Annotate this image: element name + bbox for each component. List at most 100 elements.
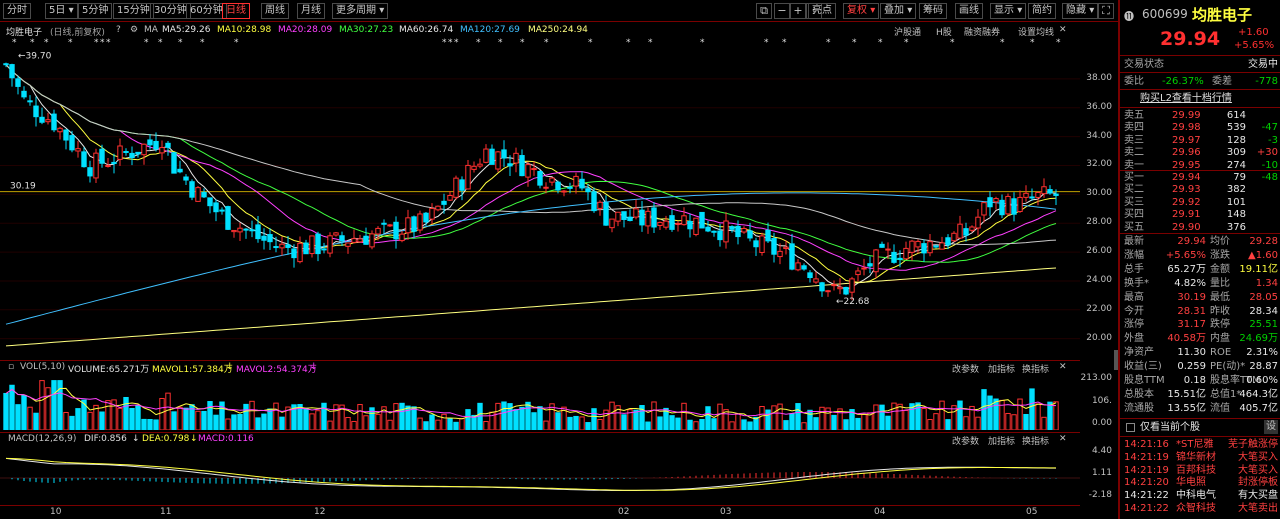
candle-down[interactable] <box>135 151 141 155</box>
event-feed-item[interactable]: 14:21:19 锦华新材 大笔买入 <box>1124 451 1278 464</box>
candle-down[interactable] <box>303 242 309 255</box>
candle-down[interactable] <box>843 286 849 295</box>
bid-level-row[interactable]: 买一 29.94 79 -48 <box>1124 171 1278 184</box>
candle-down[interactable] <box>921 243 927 254</box>
candle-up[interactable] <box>861 267 867 270</box>
candle-down[interactable] <box>489 148 495 165</box>
event-marker-icon[interactable]: * <box>904 38 909 48</box>
event-marker-icon[interactable]: * <box>200 38 205 48</box>
candle-up[interactable] <box>477 163 483 167</box>
candle-up[interactable] <box>663 220 669 228</box>
candle-down[interactable] <box>129 152 135 159</box>
period-tab-15min[interactable]: 15分钟 <box>113 3 154 19</box>
candle-up[interactable] <box>759 235 765 253</box>
candle-down[interactable] <box>273 246 279 249</box>
candle-down[interactable] <box>339 235 345 242</box>
candle-up[interactable] <box>495 151 501 170</box>
candle-up[interactable] <box>279 243 285 249</box>
event-marker-icon[interactable]: * <box>1056 38 1061 48</box>
candle-down[interactable] <box>177 168 183 173</box>
candle-down[interactable] <box>189 181 195 198</box>
candle-up[interactable] <box>399 233 405 242</box>
candle-up[interactable] <box>633 208 639 218</box>
close-icon[interactable]: ✕ <box>1059 362 1067 372</box>
candle-down[interactable] <box>945 237 951 246</box>
chips-button[interactable]: 筹码 <box>919 3 947 19</box>
period-tab-5min[interactable]: 5分钟 <box>78 3 113 19</box>
set-ma-link[interactable]: 设置均线 <box>1018 25 1054 38</box>
overlay-button[interactable]: 叠加 ▾ <box>880 3 917 19</box>
bid-level-row[interactable]: 买三 29.92 101 <box>1124 196 1278 209</box>
candle-up[interactable] <box>873 249 879 273</box>
candle-up[interactable] <box>993 198 999 203</box>
candle-down[interactable] <box>519 155 525 177</box>
event-marker-icon[interactable]: * <box>498 38 503 48</box>
candle-up[interactable] <box>345 242 351 247</box>
candle-down[interactable] <box>735 225 741 238</box>
candle-up[interactable] <box>903 247 909 260</box>
candle-up[interactable] <box>609 218 615 229</box>
candle-down[interactable] <box>153 140 159 150</box>
event-marker-icon[interactable]: * <box>950 38 955 48</box>
candle-up[interactable] <box>909 240 915 253</box>
ask-level-row[interactable]: 卖二 29.96 309 +30 <box>1124 146 1278 159</box>
candle-up[interactable] <box>849 278 855 293</box>
event-marker-icon[interactable]: * <box>454 38 459 48</box>
candle-down[interactable] <box>291 248 297 259</box>
candle-up[interactable] <box>309 235 315 255</box>
candle-down[interactable] <box>441 200 447 205</box>
candle-down[interactable] <box>99 148 105 164</box>
candle-up[interactable] <box>561 190 567 193</box>
fullscreen-icon[interactable]: ⛶ <box>1098 3 1114 19</box>
event-marker-icon[interactable]: * <box>1000 38 1005 48</box>
candle-down[interactable] <box>711 230 717 233</box>
candle-up[interactable] <box>75 148 81 152</box>
settings-icon[interactable]: ? <box>116 25 121 35</box>
candle-up[interactable] <box>981 202 987 216</box>
close-icon[interactable]: ✕ <box>1059 434 1067 444</box>
candle-down[interactable] <box>537 170 543 186</box>
filter-checkbox[interactable] <box>1126 423 1135 432</box>
period-tab-30min[interactable]: 30分钟 <box>150 3 191 19</box>
candle-down[interactable] <box>15 78 21 87</box>
candle-down[interactable] <box>621 211 627 220</box>
event-feed-item[interactable]: 14:21:19 百邦科技 大笔买入 <box>1124 464 1278 477</box>
adjust-button[interactable]: 复权 ▾ <box>843 3 880 19</box>
period-tab-weekly[interactable]: 周线 <box>261 3 289 19</box>
candle-down[interactable] <box>39 116 45 123</box>
candle-up[interactable] <box>1005 195 1011 215</box>
candle-down[interactable] <box>627 216 633 222</box>
candle-up[interactable] <box>297 242 303 263</box>
candle-up[interactable] <box>351 238 357 243</box>
candle-up[interactable] <box>195 187 201 202</box>
candlestick-chart[interactable]: 30.19 ←39.70 ←22.68 <box>0 50 1080 356</box>
candle-up[interactable] <box>387 224 393 227</box>
candle-up[interactable] <box>837 286 843 290</box>
candle-down[interactable] <box>567 186 573 189</box>
bid-level-row[interactable]: 买五 29.90 376 <box>1124 221 1278 234</box>
candle-up[interactable] <box>783 246 789 250</box>
l2-upgrade-link[interactable]: 购买L2查看十档行情 <box>1124 92 1278 105</box>
event-marker-icon[interactable]: * <box>68 38 73 48</box>
candle-up[interactable] <box>645 210 651 227</box>
candle-down[interactable] <box>213 202 219 213</box>
candle-down[interactable] <box>1047 189 1053 194</box>
candle-down[interactable] <box>1053 193 1059 196</box>
candle-up[interactable] <box>657 221 663 226</box>
candle-down[interactable] <box>225 206 231 230</box>
candle-down[interactable] <box>603 202 609 226</box>
event-marker-icon[interactable]: * <box>44 38 49 48</box>
candle-down[interactable] <box>717 230 723 241</box>
candle-down[interactable] <box>501 149 507 159</box>
candle-up[interactable] <box>93 152 99 179</box>
display-button[interactable]: 显示 ▾ <box>990 3 1027 19</box>
candle-down[interactable] <box>201 191 207 198</box>
candle-down[interactable] <box>243 228 249 231</box>
candle-down[interactable] <box>867 263 873 267</box>
candle-up[interactable] <box>951 232 957 242</box>
candle-up[interactable] <box>57 127 63 133</box>
candle-down[interactable] <box>21 90 27 98</box>
candle-up[interactable] <box>681 215 687 226</box>
candle-up[interactable] <box>741 228 747 233</box>
plus-icon[interactable]: + <box>790 3 806 19</box>
